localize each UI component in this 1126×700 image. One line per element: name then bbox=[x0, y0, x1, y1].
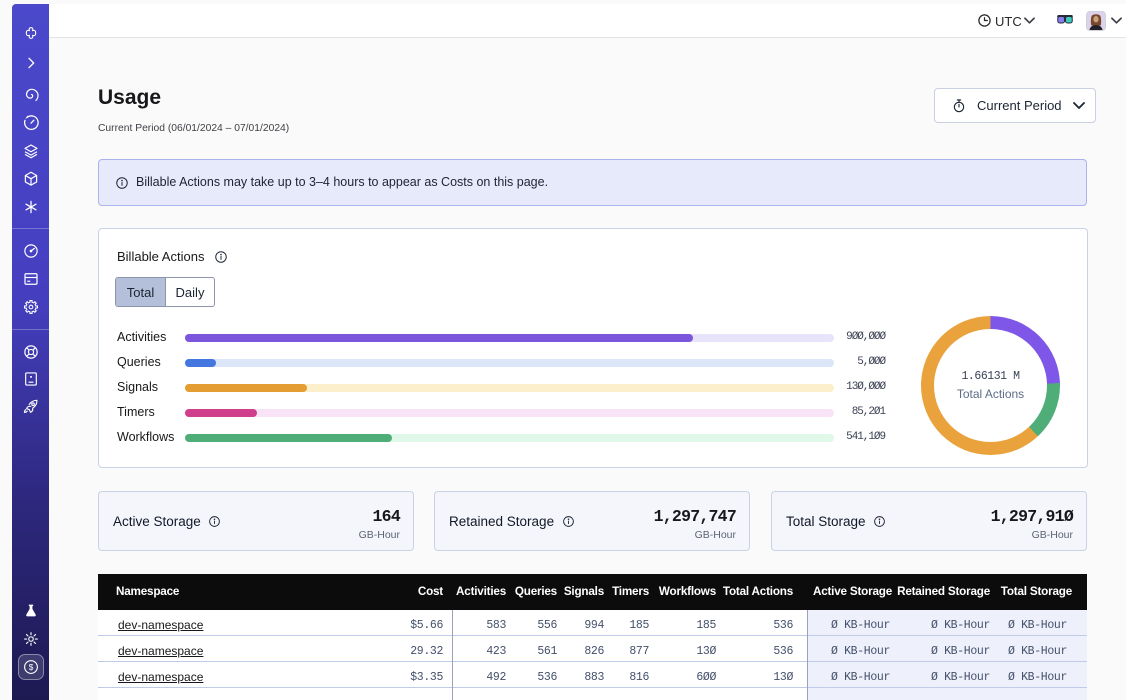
svg-text:$: $ bbox=[28, 663, 33, 672]
